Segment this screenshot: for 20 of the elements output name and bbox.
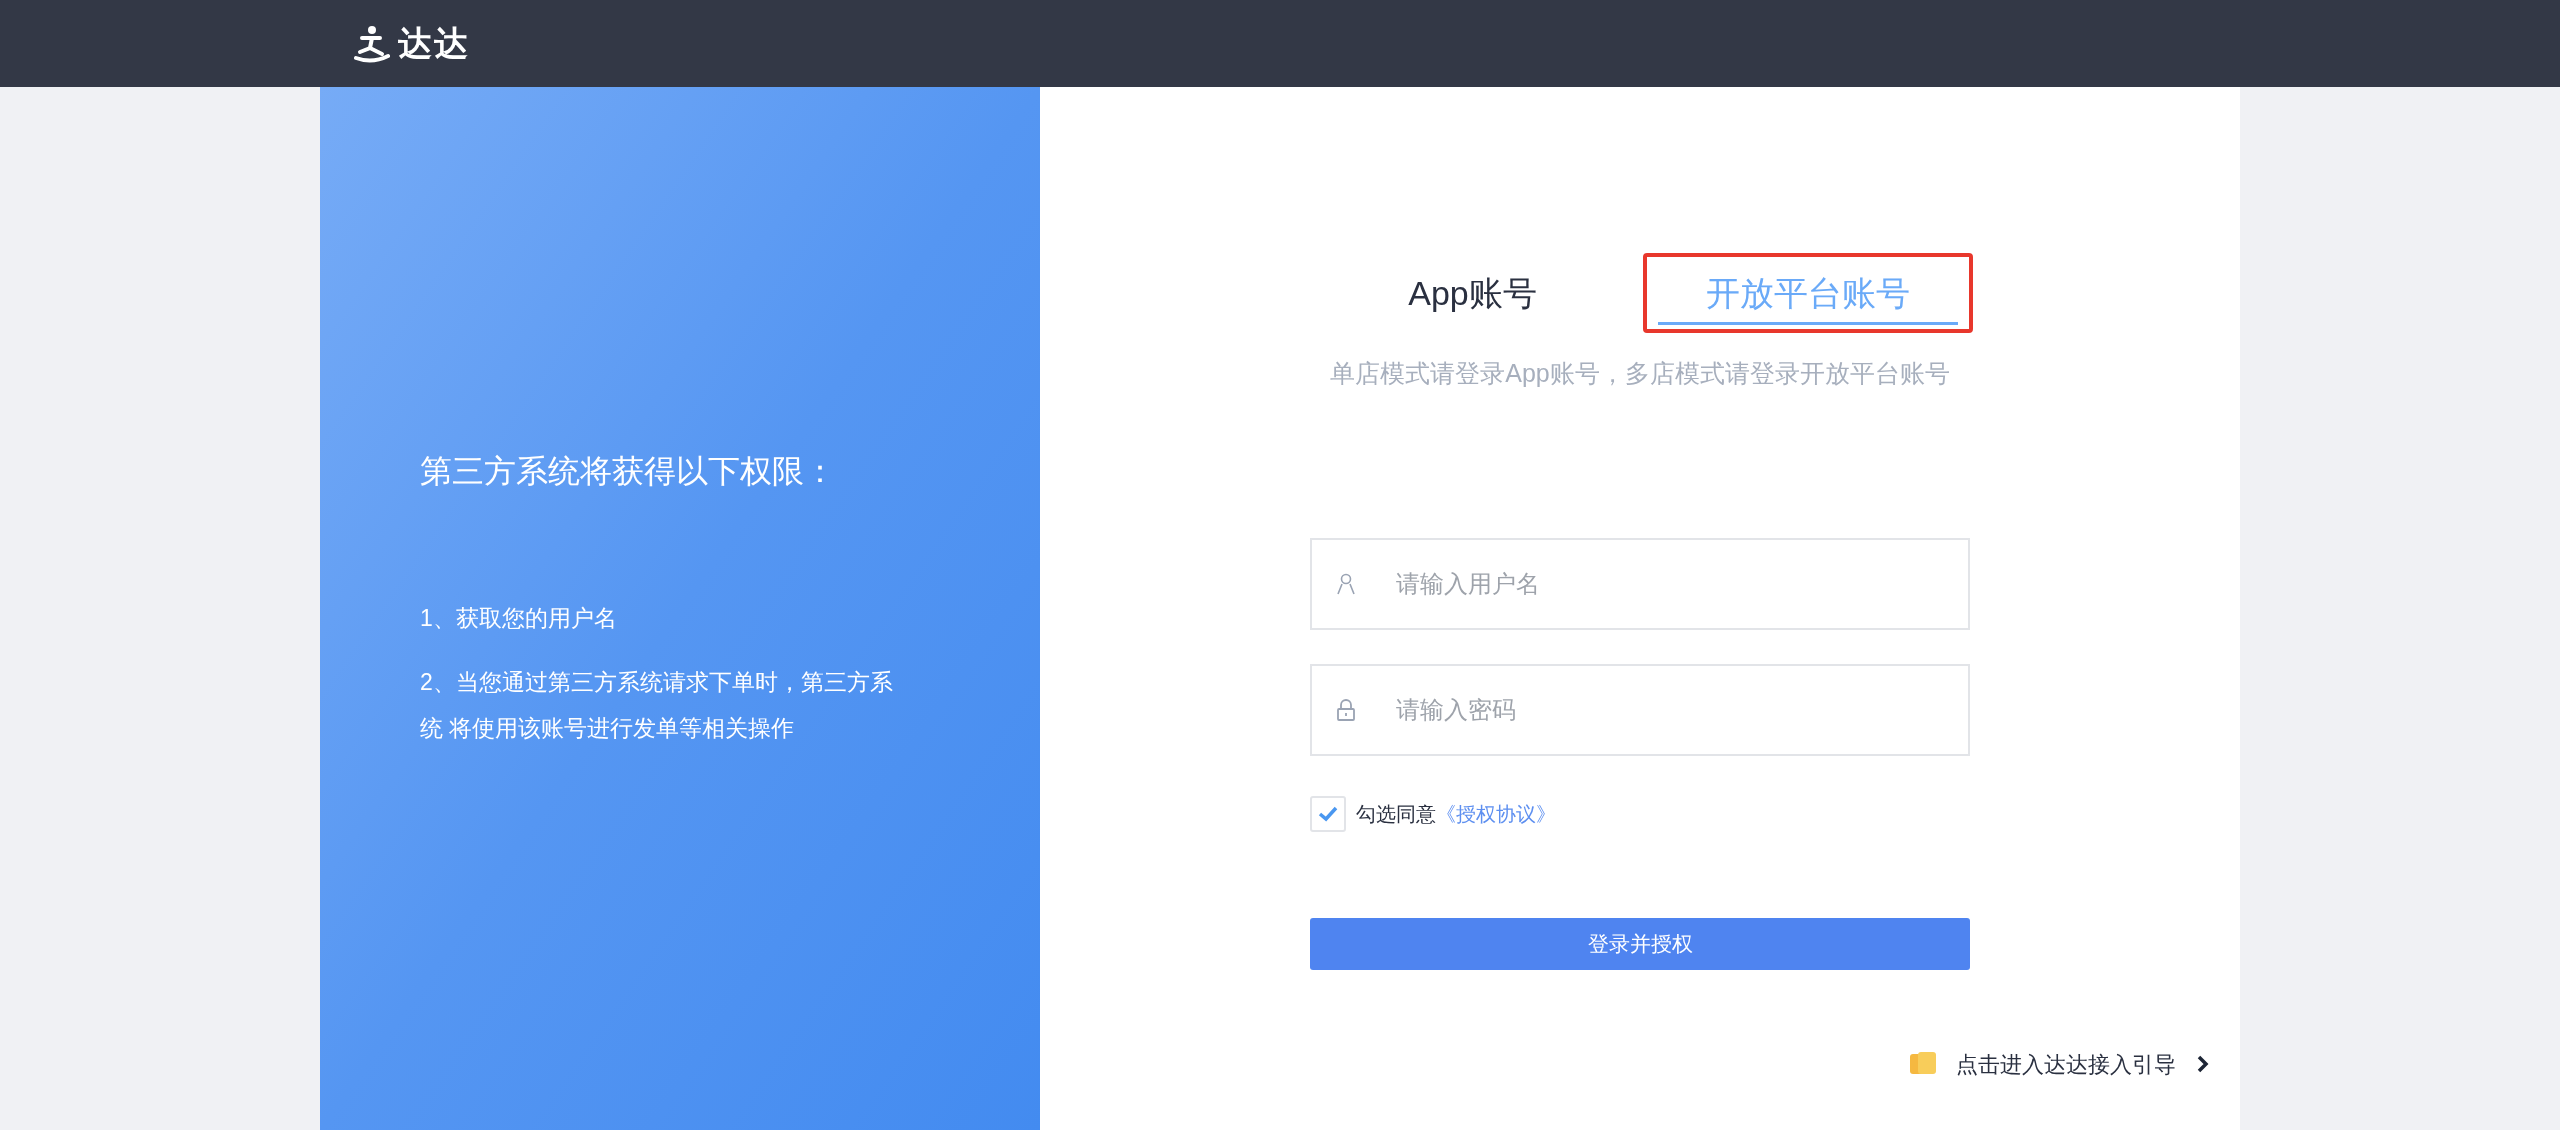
login-hint: 单店模式请登录App账号，多店模式请登录开放平台账号 (1330, 358, 1950, 389)
help-note-icon (1910, 1052, 1936, 1076)
input-field[interactable]: 请输入用户名 (1310, 537, 1970, 630)
chevron-right-icon (2196, 1054, 2210, 1074)
account-tab[interactable]: App账号 (1322, 265, 1623, 325)
integration-guide-link[interactable]: 点击进入达达接入引导 (1956, 1047, 2176, 1081)
login-button[interactable]: 登录并授权 (1310, 917, 1970, 970)
permission-item: 2、当您通过第三方系统请求下单时，第三方系统 将使用该账号进行发单等相关操作 (420, 668, 894, 743)
agreement-label: 勾选同意 (1356, 801, 1436, 827)
logo-text: 达达 (398, 23, 470, 64)
lock-icon (1336, 698, 1356, 721)
runner-logo-icon (352, 23, 392, 64)
user-icon (1336, 572, 1356, 595)
agreement-link[interactable]: 《授权协议》 (1436, 798, 1556, 829)
permission-item: 1、获取您的用户名 (420, 604, 618, 633)
input-field[interactable]: 请输入密码 (1310, 663, 1970, 756)
info-heading: 第三方系统将获得以下权限： (420, 452, 837, 491)
checkmark-icon (1318, 805, 1338, 822)
account-tab[interactable]: 开放平台账号 (1657, 265, 1958, 325)
checkbox[interactable] (1310, 795, 1346, 832)
